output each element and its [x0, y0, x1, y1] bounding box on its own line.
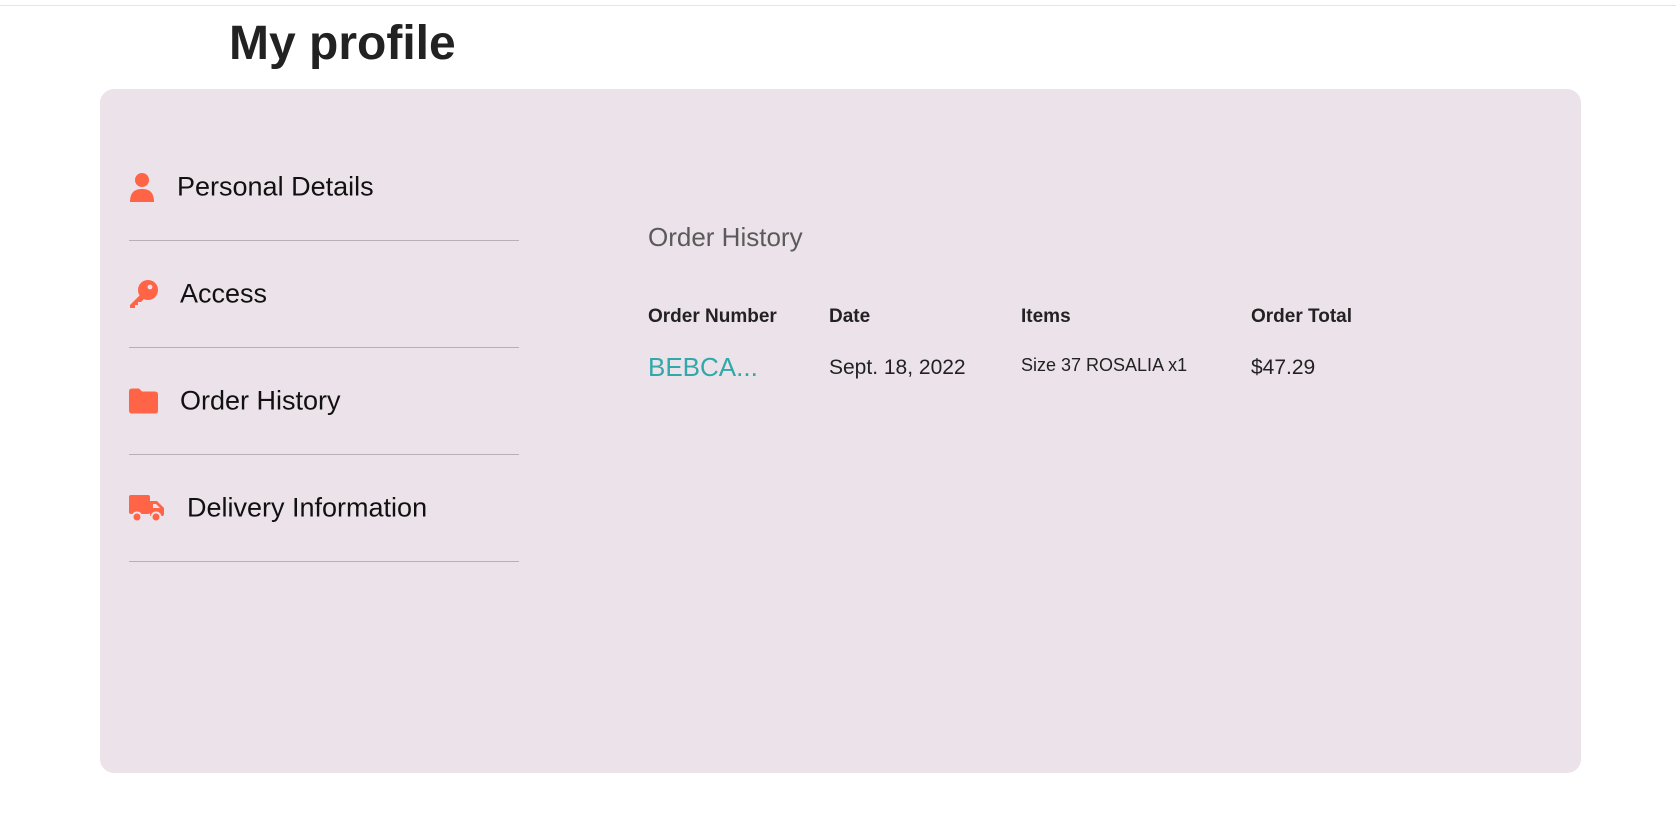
order-date-cell: Sept. 18, 2022 — [829, 336, 1021, 383]
folder-icon — [129, 388, 158, 414]
sidebar-item-label: Delivery Information — [187, 492, 428, 523]
sidebar-item-delivery-information[interactable]: Delivery Information — [129, 455, 519, 562]
orders-table: Order Number Date Items Order Total BEBC… — [648, 306, 1401, 383]
sidebar-item-label: Order History — [180, 385, 341, 416]
order-number-link[interactable]: BEBCA... — [648, 352, 758, 383]
sidebar-item-order-history[interactable]: Order History — [129, 348, 519, 455]
sidebar-item-label: Access — [180, 278, 268, 309]
section-title: Order History — [648, 222, 803, 252]
order-history-section: Order History Order Number Date Items Or… — [648, 220, 1448, 382]
person-icon — [129, 172, 155, 202]
top-divider — [0, 5, 1676, 6]
order-total: $47.29 — [1251, 356, 1316, 379]
table-header-row: Order Number Date Items Order Total — [648, 306, 1401, 336]
order-number-cell: BEBCA... — [648, 336, 829, 383]
order-items: Size 37 ROSALIA x1 — [1021, 355, 1188, 375]
column-header-items: Items — [1021, 306, 1071, 327]
column-header-date: Date — [829, 306, 871, 327]
profile-sidebar: Personal Details Access Order History De… — [129, 134, 519, 562]
sidebar-item-personal-details[interactable]: Personal Details — [129, 134, 519, 241]
table-row: BEBCA... Sept. 18, 2022 Size 37 ROSALIA … — [648, 336, 1401, 383]
column-header-order-number: Order Number — [648, 306, 777, 327]
key-icon — [129, 279, 159, 309]
order-total-cell: $47.29 — [1251, 336, 1401, 383]
order-date: Sept. 18, 2022 — [829, 356, 966, 379]
column-header-order-total: Order Total — [1251, 306, 1352, 327]
page-title: My profile — [229, 17, 456, 70]
order-items-cell: Size 37 ROSALIA x1 — [1021, 336, 1251, 383]
sidebar-item-access[interactable]: Access — [129, 241, 519, 348]
truck-icon — [129, 493, 165, 523]
sidebar-item-label: Personal Details — [177, 171, 374, 202]
